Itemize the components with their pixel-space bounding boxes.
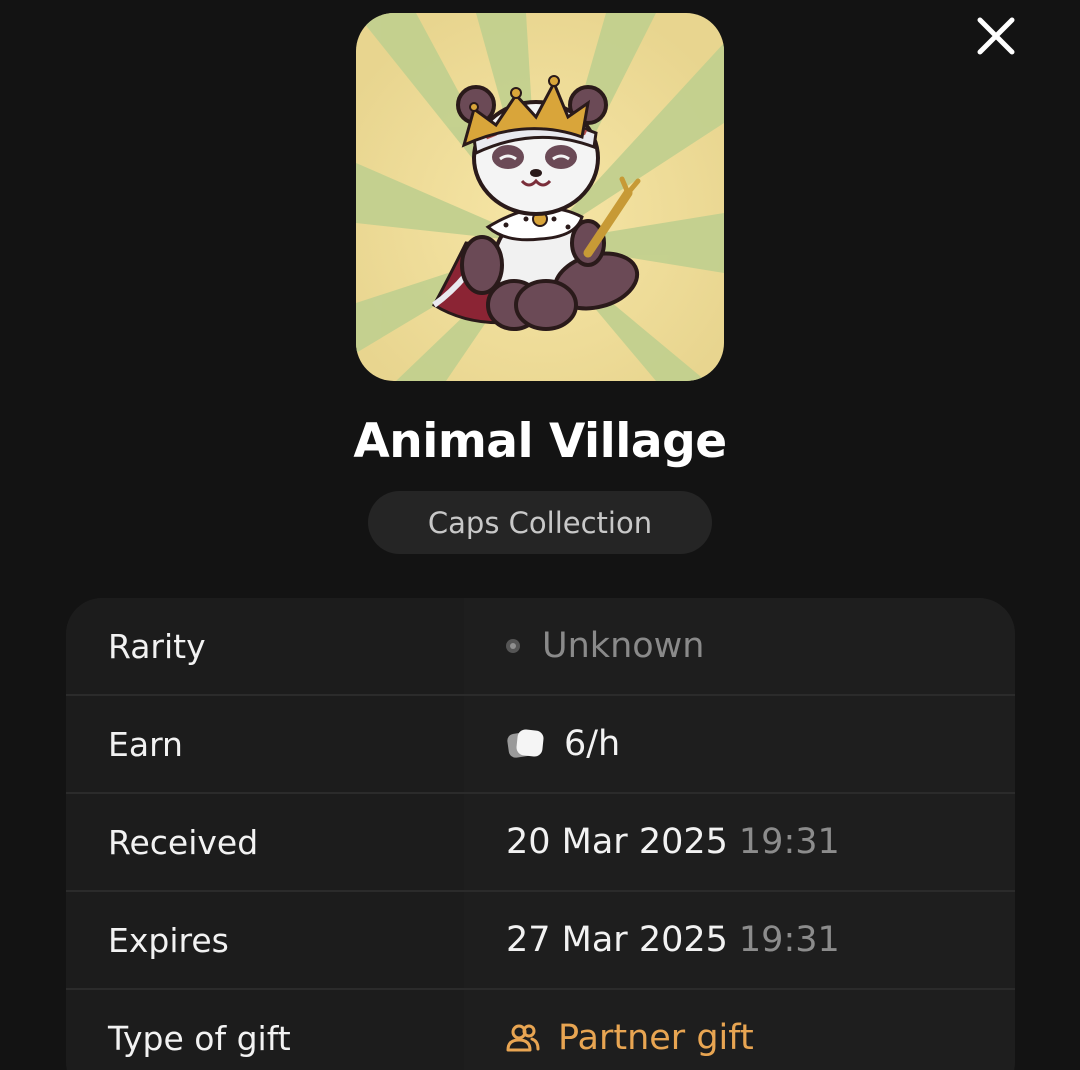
detail-row-earn: Earn 6/h (66, 696, 1015, 794)
received-value-cell: 20 Mar 2025 19:31 (464, 794, 1015, 890)
close-button[interactable] (972, 12, 1020, 60)
panda-king-icon (356, 13, 724, 381)
close-icon (977, 17, 1015, 55)
collection-badge[interactable]: Caps Collection (368, 491, 712, 554)
earn-value-cell: 6/h (464, 696, 1015, 792)
dot-icon (506, 639, 520, 653)
users-icon (506, 1023, 540, 1053)
type-value: Partner gift (558, 1018, 754, 1058)
earn-value: 6/h (564, 724, 621, 764)
rarity-value: Unknown (542, 626, 705, 666)
type-value-cell: Partner gift (464, 990, 1015, 1070)
expires-time: 19:31 (738, 920, 840, 960)
detail-row-received: Received 20 Mar 2025 19:31 (66, 794, 1015, 892)
detail-row-rarity: Rarity Unknown (66, 598, 1015, 696)
detail-row-type: Type of gift Partner gift (66, 990, 1015, 1070)
expires-label: Expires (66, 892, 464, 988)
gift-details-card: Rarity Unknown Earn 6/h Received 20 Mar … (66, 598, 1015, 1070)
rarity-label: Rarity (66, 598, 464, 694)
received-label: Received (66, 794, 464, 890)
expires-value-cell: 27 Mar 2025 19:31 (464, 892, 1015, 988)
received-time: 19:31 (738, 822, 840, 862)
gift-artwork (356, 13, 724, 381)
expires-date: 27 Mar 2025 (506, 920, 728, 960)
received-date: 20 Mar 2025 (506, 822, 728, 862)
caps-coin-icon (506, 727, 546, 761)
detail-row-expires: Expires 27 Mar 2025 19:31 (66, 892, 1015, 990)
earn-label: Earn (66, 696, 464, 792)
gift-detail-screen: Animal Village Caps Collection Rarity Un… (0, 0, 1080, 1070)
rarity-value-cell: Unknown (464, 598, 1015, 694)
type-label: Type of gift (66, 990, 464, 1070)
gift-title: Animal Village (353, 414, 727, 469)
